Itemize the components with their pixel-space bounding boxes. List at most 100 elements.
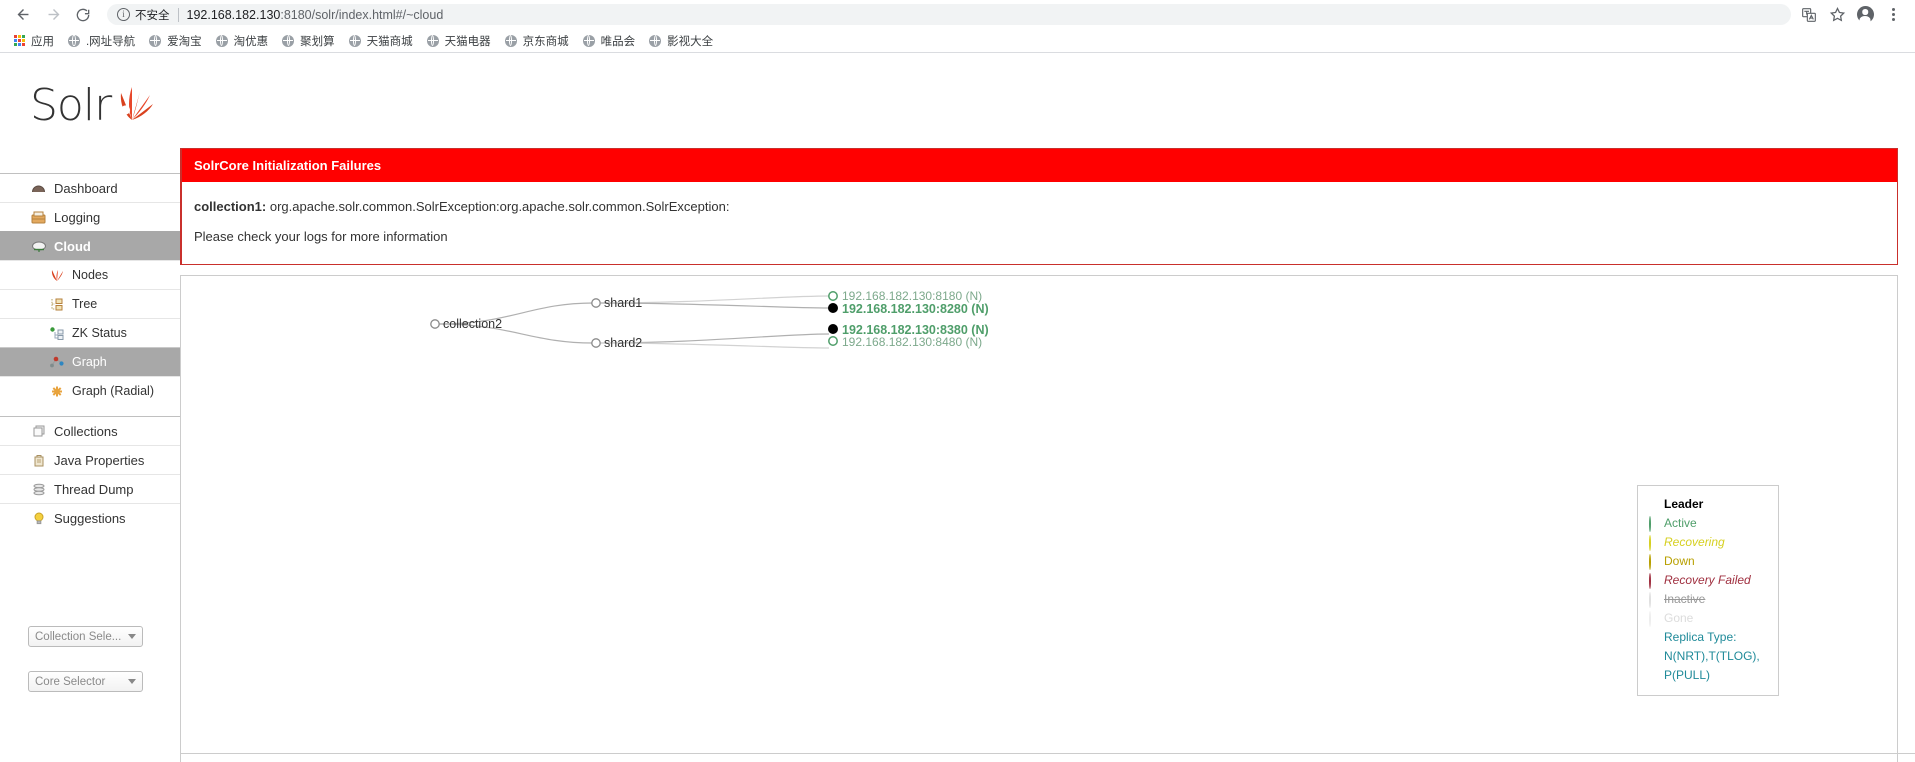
security-status-label: 不安全	[135, 9, 170, 22]
alert-hint: Please check your logs for more informat…	[194, 229, 448, 244]
logging-icon	[30, 210, 47, 225]
legend-label: Leader	[1664, 497, 1704, 511]
reload-icon[interactable]	[68, 2, 98, 28]
bookmark-label: 天猫电器	[444, 35, 491, 48]
sidebar-item-cloud[interactable]: Cloud	[0, 231, 180, 260]
core-selector-dropdown[interactable]: Core Selector	[28, 671, 143, 692]
bookmark-item-8[interactable]: 唯品会	[576, 31, 643, 51]
chevron-down-icon	[128, 634, 136, 639]
sidebar-item-thread-dump[interactable]: Thread Dump	[0, 474, 180, 503]
sidebar-item-logging[interactable]: Logging	[0, 202, 180, 231]
cloud-graph-panel[interactable]: collection2 shard1 shard2 192.168.182.13…	[180, 275, 1898, 762]
graph-node-shard2[interactable]: shard2	[591, 336, 642, 350]
replica-type-detail: N(NRT),T(TLOG), P(PULL)	[1664, 649, 1760, 682]
toolbar-actions	[1795, 2, 1907, 28]
graph-replica-label: 192.168.182.130:8280 (N)	[842, 302, 989, 316]
sidebar-item-label: Collections	[54, 423, 118, 439]
graph-node-shard1[interactable]: shard1	[591, 296, 642, 310]
replica-type-title: Replica Type:	[1664, 630, 1737, 644]
solr-wordmark: Solr	[30, 80, 112, 131]
translate-icon[interactable]	[1795, 2, 1823, 28]
legend-label: Gone	[1664, 611, 1694, 625]
globe-icon	[426, 34, 439, 47]
graph-shard-label: shard1	[604, 296, 642, 310]
legend-row-active: Active	[1648, 514, 1768, 533]
graph-legend: Leader Active Recovering Down Recovery F…	[1637, 485, 1779, 696]
legend-label: Down	[1664, 554, 1695, 568]
sidebar-item-tree[interactable]: Tree	[0, 289, 180, 318]
bookmark-label: 京东商城	[522, 35, 569, 48]
sidebar-item-label: Thread Dump	[54, 481, 134, 497]
sidebar-item-label: Graph	[72, 355, 107, 369]
zk-status-icon	[48, 326, 65, 341]
url-host: 192.168.182.130	[186, 7, 281, 22]
graph-node-replica-leader[interactable]: 192.168.182.130:8280 (N)	[827, 302, 989, 316]
graph-replica-label: 192.168.182.130:8180 (N)	[842, 289, 982, 303]
forward-arrow-icon[interactable]	[38, 2, 68, 28]
sidebar-item-collections[interactable]: Collections	[0, 416, 180, 445]
java-properties-icon	[30, 453, 47, 468]
globe-icon	[215, 34, 228, 47]
bookmark-label: 影视大全	[667, 35, 714, 48]
sidebar-item-dashboard[interactable]: Dashboard	[0, 173, 180, 202]
bookmark-item-4[interactable]: 聚划算	[275, 31, 342, 51]
main-content: SolrCore Initialization Failures collect…	[180, 53, 1915, 762]
graph-replica-label: 192.168.182.130:8480 (N)	[842, 335, 982, 349]
graph-node-replica[interactable]: 192.168.182.130:8480 (N)	[828, 335, 982, 349]
sidebar-item-zk-status[interactable]: ZK Status	[0, 318, 180, 347]
address-bar[interactable]: i 不安全 192.168.182.130:8180/solr/index.ht…	[107, 4, 1791, 25]
sidebar-item-graph[interactable]: Graph	[0, 347, 180, 376]
sidebar-item-java-properties[interactable]: Java Properties	[0, 445, 180, 474]
bookmark-item-2[interactable]: 爱淘宝	[142, 31, 209, 51]
gone-dot-icon	[1648, 610, 1659, 627]
sidebar-item-nodes[interactable]: Nodes	[0, 260, 180, 289]
sidebar-item-label: Suggestions	[54, 510, 126, 526]
graph-node-replica[interactable]: 192.168.182.130:8180 (N)	[828, 289, 982, 303]
bookmark-label: 应用	[30, 35, 54, 48]
browser-chrome: i 不安全 192.168.182.130:8180/solr/index.ht…	[0, 0, 1915, 53]
globe-icon	[149, 34, 162, 47]
leader-dot-icon	[1648, 496, 1659, 507]
browser-toolbar: i 不安全 192.168.182.130:8180/solr/index.ht…	[0, 0, 1915, 29]
legend-row-gone: Gone	[1648, 609, 1768, 628]
url-path: :8180/solr/index.html#/~cloud	[280, 7, 444, 22]
bookmark-item-9[interactable]: 影视大全	[642, 31, 720, 51]
solr-logo[interactable]: Solr	[30, 78, 158, 138]
bookmark-item-5[interactable]: 天猫商城	[342, 31, 420, 51]
star-icon[interactable]	[1823, 2, 1851, 28]
bookmark-label: 唯品会	[600, 35, 636, 48]
globe-icon	[282, 34, 295, 47]
legend-row-leader: Leader	[1648, 495, 1768, 514]
back-arrow-icon[interactable]	[8, 2, 38, 28]
bookmark-item-1[interactable]: .网址导航	[61, 31, 142, 51]
bookmark-label: 淘优惠	[233, 35, 269, 48]
kebab-menu-icon[interactable]	[1879, 2, 1907, 28]
bookmark-item-6[interactable]: 天猫电器	[420, 31, 498, 51]
sidebar-item-label: Logging	[54, 209, 101, 225]
globe-icon	[348, 34, 361, 47]
legend-label: Active	[1664, 516, 1697, 530]
globe-icon	[67, 34, 80, 47]
alert-body: collection1: org.apache.solr.common.Solr…	[182, 182, 1897, 264]
recovering-dot-icon	[1648, 534, 1659, 551]
sidebar-item-graph-radial[interactable]: Graph (Radial)	[0, 376, 180, 405]
active-dot-icon	[1648, 515, 1659, 532]
sidebar-item-label: Nodes	[72, 268, 109, 282]
sidebar-item-label: Java Properties	[54, 452, 145, 468]
chevron-down-icon	[128, 679, 136, 684]
omnibox-divider	[177, 7, 179, 22]
alert-core-name: collection1:	[194, 199, 267, 214]
tree-icon	[48, 297, 65, 312]
sidebar-item-suggestions[interactable]: Suggestions	[0, 503, 180, 532]
site-info-icon[interactable]: i	[117, 8, 130, 21]
solr-sun-logo	[120, 87, 153, 120]
sidebar-item-label: ZK Status	[72, 326, 127, 340]
bookmark-item-apps[interactable]: 应用	[7, 31, 61, 51]
sidebar-item-label: Tree	[72, 297, 98, 311]
legend-row-recovering: Recovering	[1648, 533, 1768, 552]
profile-avatar-icon[interactable]	[1851, 2, 1879, 28]
collection-selector-dropdown[interactable]: Collection Sele...	[28, 626, 143, 647]
bookmark-item-7[interactable]: 京东商城	[498, 31, 576, 51]
footer: Documentation Issue Tracker IRC Channe	[180, 753, 1915, 762]
bookmark-item-3[interactable]: 淘优惠	[209, 31, 276, 51]
